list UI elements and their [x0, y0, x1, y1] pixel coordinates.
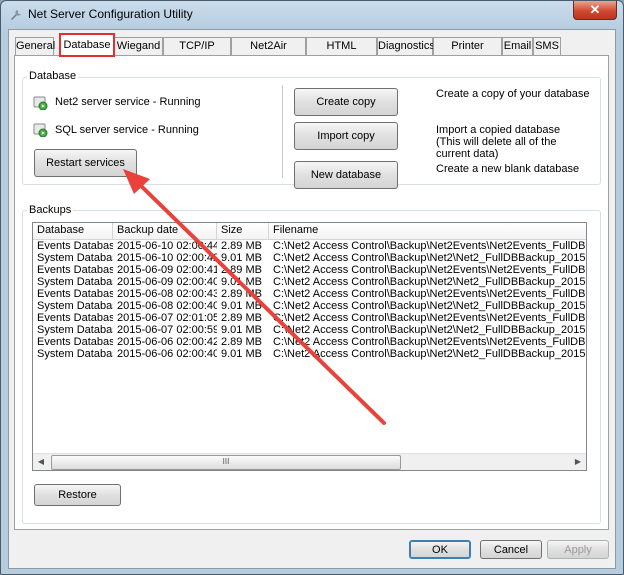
title-bar[interactable]: Net Server Configuration Utility ✕	[1, 1, 623, 27]
horizontal-scrollbar[interactable]: ◀ III ▶	[33, 453, 586, 470]
service-running-icon	[33, 96, 48, 110]
column-header-size[interactable]: Size	[217, 223, 269, 239]
cell-size: 2.89 MB	[221, 336, 262, 348]
cell-database: Events Database	[37, 312, 113, 324]
cell-database: System Database	[37, 300, 113, 312]
table-row[interactable]: Events Database 2015-06-08 02:00:43 2.89 M…	[33, 288, 586, 300]
cell-filename: C:\Net2 Access Control\Backup\Net2\Net2_…	[273, 276, 586, 288]
cell-size: 9.01 MB	[221, 348, 262, 360]
tab-sms[interactable]: SMS	[533, 37, 561, 55]
backups-list[interactable]: Database Backup date Size Filename Event…	[32, 222, 587, 471]
cell-database: Events Database	[37, 336, 113, 348]
cell-filename: C:\Net2 Access Control\Backup\Net2\Net2_…	[273, 348, 586, 360]
table-row[interactable]: Events Database 2015-06-10 02:00:44 2.89 M…	[33, 240, 586, 252]
cell-backup-date: 2015-06-06 02:00:40	[117, 348, 217, 360]
cell-database: System Database	[37, 324, 113, 336]
tab-database[interactable]: Database	[59, 33, 115, 57]
cell-filename: C:\Net2 Access Control\Backup\Net2Events…	[273, 288, 586, 300]
backups-group-label: Backups	[27, 204, 74, 216]
tab-general[interactable]: General	[15, 37, 55, 55]
cell-size: 2.89 MB	[221, 288, 262, 300]
table-row[interactable]: System Database 2015-06-06 02:00:40 9.01 M…	[33, 348, 586, 360]
cell-size: 2.89 MB	[221, 240, 262, 252]
create-copy-description: Create a copy of your database	[436, 88, 590, 100]
cell-database: System Database	[37, 348, 113, 360]
tab-net2air-bridges[interactable]: Net2Air Bridges	[231, 37, 306, 69]
cell-size: 2.89 MB	[221, 312, 262, 324]
cell-filename: C:\Net2 Access Control\Backup\Net2Events…	[273, 264, 586, 276]
tab-tcpip-nodes[interactable]: TCP/IP nodes	[163, 37, 231, 69]
tab-printer-options[interactable]: Printer options	[433, 37, 502, 69]
table-row[interactable]: System Database 2015-06-09 02:00:40 9.01 M…	[33, 276, 586, 288]
scroll-left-icon[interactable]: ◀	[33, 454, 49, 470]
app-window: Net Server Configuration Utility ✕ Gener…	[0, 0, 624, 575]
cell-backup-date: 2015-06-06 02:00:42	[117, 336, 217, 348]
table-row[interactable]: Events Database 2015-06-06 02:00:42 2.89 M…	[33, 336, 586, 348]
column-header-backup-date[interactable]: Backup date	[113, 223, 217, 239]
cell-database: System Database	[37, 252, 113, 264]
tab-html-reports[interactable]: HTML Reports	[306, 37, 377, 69]
import-copy-description: Import a copied database (This will dele…	[436, 124, 561, 160]
new-database-button[interactable]: New database	[294, 161, 398, 189]
tab-email[interactable]: Email	[502, 37, 533, 55]
cell-backup-date: 2015-06-08 02:00:40	[117, 300, 217, 312]
table-row[interactable]: Events Database 2015-06-09 02:00:41 2.89 M…	[33, 264, 586, 276]
tab-wiegand[interactable]: Wiegand	[114, 37, 163, 55]
cell-filename: C:\Net2 Access Control\Backup\Net2Events…	[273, 240, 586, 252]
cell-backup-date: 2015-06-08 02:00:43	[117, 288, 217, 300]
cell-size: 9.01 MB	[221, 300, 262, 312]
cell-backup-date: 2015-06-09 02:00:40	[117, 276, 217, 288]
restore-button[interactable]: Restore	[34, 484, 121, 506]
cell-backup-date: 2015-06-09 02:00:41	[117, 264, 217, 276]
backups-list-header: Database Backup date Size Filename	[33, 223, 586, 240]
cell-database: Events Database	[37, 264, 113, 276]
database-group-label: Database	[27, 70, 79, 82]
ok-button[interactable]: OK	[409, 540, 471, 559]
cell-backup-date: 2015-06-07 02:00:59	[117, 324, 217, 336]
scroll-right-icon[interactable]: ▶	[570, 454, 586, 470]
cell-database: Events Database	[37, 288, 113, 300]
table-row[interactable]: System Database 2015-06-07 02:00:59 9.01 M…	[33, 324, 586, 336]
table-row[interactable]: Events Database 2015-06-07 02:01:05 2.89 M…	[33, 312, 586, 324]
close-button[interactable]: ✕	[573, 1, 617, 20]
backups-list-body: Events Database 2015-06-10 02:00:44 2.89 M…	[33, 240, 586, 360]
column-header-filename[interactable]: Filename	[269, 223, 586, 239]
cell-backup-date: 2015-06-10 02:00:42	[117, 252, 217, 264]
table-row[interactable]: System Database 2015-06-10 02:00:42 9.01 M…	[33, 252, 586, 264]
scrollbar-thumb[interactable]: III	[51, 455, 401, 470]
cell-database: System Database	[37, 276, 113, 288]
cell-filename: C:\Net2 Access Control\Backup\Net2Events…	[273, 336, 586, 348]
tools-icon	[11, 10, 21, 20]
import-copy-button[interactable]: Import copy	[294, 122, 398, 150]
new-database-description: Create a new blank database	[436, 163, 580, 175]
net2-service-status: Net2 server service - Running	[55, 96, 201, 108]
restart-services-button[interactable]: Restart services	[34, 149, 137, 177]
cell-size: 9.01 MB	[221, 252, 262, 264]
cell-backup-date: 2015-06-10 02:00:44	[117, 240, 217, 252]
window-title: Net Server Configuration Utility	[28, 7, 193, 21]
sql-service-status: SQL server service - Running	[55, 124, 199, 136]
apply-button[interactable]: Apply	[547, 540, 609, 559]
tab-diagnostics[interactable]: Diagnostics	[377, 37, 435, 55]
create-copy-button[interactable]: Create copy	[294, 88, 398, 116]
database-divider	[282, 85, 284, 178]
cell-filename: C:\Net2 Access Control\Backup\Net2\Net2_…	[273, 300, 586, 312]
cell-size: 9.01 MB	[221, 324, 262, 336]
cell-filename: C:\Net2 Access Control\Backup\Net2\Net2_…	[273, 324, 586, 336]
cell-filename: C:\Net2 Access Control\Backup\Net2Events…	[273, 312, 586, 324]
cancel-button[interactable]: Cancel	[480, 540, 542, 559]
cell-filename: C:\Net2 Access Control\Backup\Net2\Net2_…	[273, 252, 586, 264]
cell-database: Events Database	[37, 240, 113, 252]
service-running-icon	[33, 123, 48, 137]
cell-backup-date: 2015-06-07 02:01:05	[117, 312, 217, 324]
table-row[interactable]: System Database 2015-06-08 02:00:40 9.01 M…	[33, 300, 586, 312]
cell-size: 9.01 MB	[221, 276, 262, 288]
cell-size: 2.89 MB	[221, 264, 262, 276]
column-header-database[interactable]: Database	[33, 223, 113, 239]
